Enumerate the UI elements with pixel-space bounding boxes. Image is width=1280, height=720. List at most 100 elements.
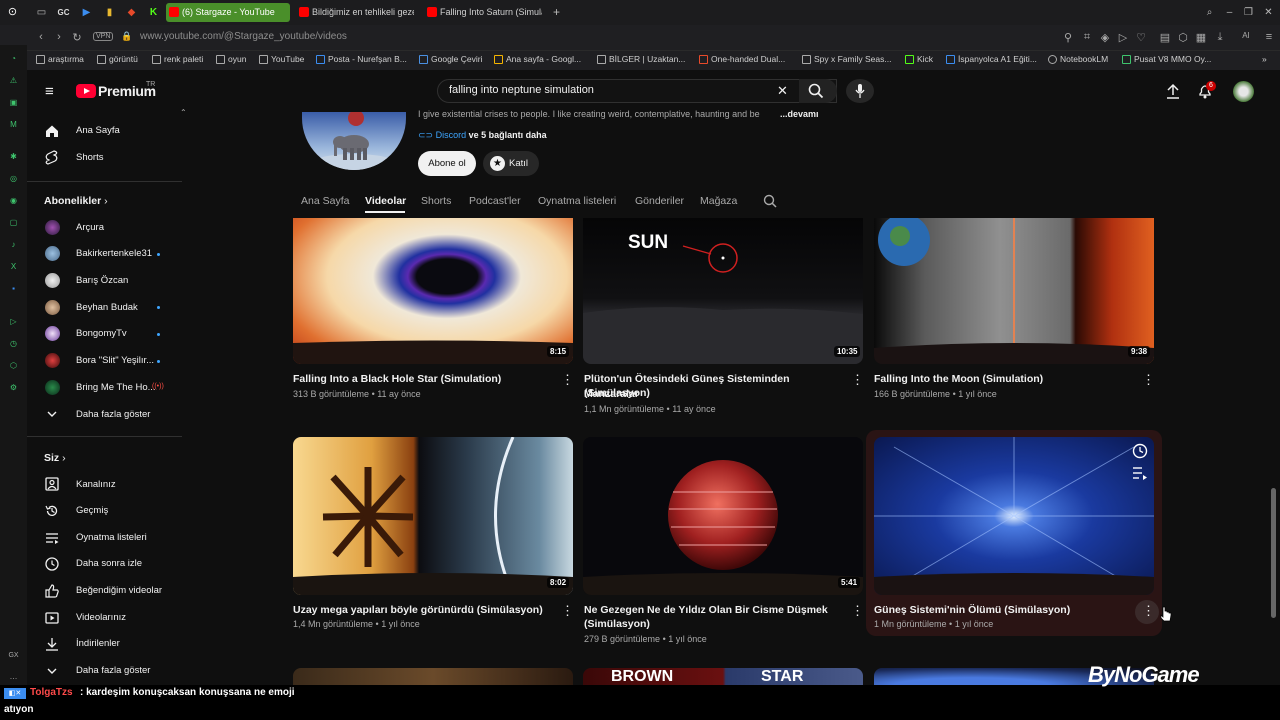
whatsapp-icon[interactable]: ◎ — [7, 172, 20, 185]
hamburger-menu-icon[interactable]: ≡ — [45, 83, 54, 100]
bookmark[interactable]: renk paleti — [152, 54, 203, 64]
video-menu-icon[interactable]: ⋮ — [561, 603, 574, 619]
video-title[interactable]: Uzay mega yapıları böyle görünürdü (Simü… — [293, 603, 555, 618]
video-title[interactable]: Falling Into the Moon (Simulation) — [874, 372, 1134, 387]
video-thumbnail[interactable] — [293, 437, 573, 595]
opera-logo-icon[interactable]: ⊙ — [6, 6, 19, 19]
you-heading[interactable]: Siz › — [44, 452, 66, 464]
bookmark[interactable]: İspanyolca A1 Eğiti... — [946, 54, 1037, 64]
clear-search-icon[interactable]: ✕ — [777, 83, 788, 99]
channel-links[interactable]: ⊂⊃ Discord ve 5 bağlantı daha — [418, 130, 547, 141]
settings-icon[interactable]: ⚙ — [7, 381, 20, 394]
more-links-label[interactable]: ve 5 bağlantı daha — [466, 130, 547, 140]
reload-icon[interactable]: ↻ — [70, 31, 84, 44]
tab-icon-gc[interactable]: GC — [57, 6, 70, 19]
tab-podcasts[interactable]: Podcast'ler — [469, 195, 521, 207]
play-icon[interactable]: ▷ — [1116, 31, 1130, 44]
subscriptions-heading[interactable]: Abonelikler › — [44, 195, 108, 207]
sidebar-item-your-videos[interactable]: Videolarınız — [76, 612, 126, 623]
video-thumbnail[interactable]: SUN — [583, 218, 863, 364]
tab-icon-chart[interactable]: ▮ — [103, 6, 116, 19]
bookmark[interactable]: Kick — [905, 54, 933, 64]
video-title[interactable]: Ne Gezegen Ne de Yıldız Olan Bir Cisme D… — [584, 603, 846, 618]
bookmark[interactable]: NotebookLM — [1048, 54, 1108, 64]
channel-search-icon[interactable] — [763, 194, 777, 208]
video-menu-icon[interactable]: ⋮ — [851, 603, 864, 619]
show-more-you[interactable]: Daha fazla göster — [76, 665, 150, 676]
sidebar-item-home[interactable]: Ana Sayfa — [76, 125, 120, 136]
heart-icon[interactable]: ♡ — [1134, 31, 1148, 44]
extension-doc-icon[interactable]: ▤ — [1158, 31, 1172, 44]
search-icon[interactable] — [808, 83, 824, 99]
mail-icon[interactable]: M — [7, 118, 20, 131]
tab-posts[interactable]: Gönderiler — [635, 195, 684, 207]
subscribe-button[interactable]: Abone ol — [418, 151, 476, 176]
upload-icon[interactable] — [1166, 83, 1180, 99]
sidebar-scroll-up-icon[interactable]: ⌃ — [180, 108, 187, 117]
new-tab-icon[interactable]: + — [550, 6, 563, 19]
tab-store[interactable]: Mağaza — [700, 195, 737, 207]
discord-icon[interactable]: ◉ — [7, 194, 20, 207]
subscription-item[interactable]: Bring Me The Ho... — [76, 382, 156, 393]
bookmark[interactable]: görüntü — [97, 54, 138, 64]
bookmark[interactable]: YouTube — [259, 54, 304, 64]
tab-icon-1[interactable]: ▭ — [35, 6, 48, 19]
video-title[interactable]: Falling Into a Black Hole Star (Simulati… — [293, 372, 553, 387]
menu-icon[interactable]: ≡ — [1262, 31, 1276, 43]
bookmark[interactable]: araştırma — [36, 54, 84, 64]
video-thumbnail[interactable]: BROWN STAR — [583, 668, 863, 685]
sidebar-item-channel[interactable]: Kanalınız — [76, 479, 116, 490]
tab-playlists[interactable]: Oynatma listeleri — [538, 195, 616, 207]
video-menu-icon[interactable]: ⋮ — [1142, 372, 1155, 388]
bookmark[interactable]: Pusat V8 MMO Oy... — [1122, 54, 1211, 64]
tab-stargaze[interactable]: (6) Stargaze - YouTube — [166, 3, 290, 22]
bookmark[interactable]: BİLGER | Uzaktan... — [597, 54, 685, 64]
minimize-icon[interactable]: – — [1223, 6, 1236, 19]
sidebar-item-shorts[interactable]: Shorts — [76, 152, 103, 163]
extension-image-icon[interactable]: ▦ — [1194, 31, 1208, 44]
tab-icon-kick[interactable]: K — [147, 6, 160, 19]
ai-icon[interactable]: AI — [1236, 31, 1256, 40]
tab-shorts[interactable]: Shorts — [421, 195, 451, 207]
video-menu-icon[interactable]: ⋮ — [851, 372, 864, 388]
forward-icon[interactable]: › — [52, 31, 66, 43]
video-title-line2[interactable]: (Simülasyon) — [584, 617, 846, 632]
pin-icon[interactable]: ⚲ — [1061, 31, 1075, 44]
video-thumbnail[interactable] — [583, 437, 863, 595]
youtube-logo-icon[interactable] — [76, 84, 96, 98]
show-more-subscriptions[interactable]: Daha fazla göster — [76, 409, 150, 420]
subscription-item[interactable]: Bakirkertenkele31 — [76, 248, 152, 259]
speed-dial-icon[interactable]: ◔ — [7, 52, 20, 65]
chatgpt-icon[interactable]: ✱ — [7, 150, 20, 163]
subscription-item[interactable]: Barış Özcan — [76, 275, 128, 286]
subscription-item[interactable]: Bora "Slit" Yeşilır... — [76, 355, 154, 366]
tab-home[interactable]: Ana Sayfa — [301, 195, 349, 207]
watch-later-icon[interactable] — [1132, 443, 1148, 459]
download-icon[interactable]: ⤓ — [1213, 31, 1227, 44]
bookmark[interactable]: Posta - Nurefşan B... — [316, 54, 407, 64]
video-menu-icon[interactable]: ⋮ — [561, 372, 574, 388]
video-thumbnail[interactable] — [293, 668, 573, 685]
bookmark[interactable]: Google Çeviri — [419, 54, 483, 64]
video-thumbnail[interactable] — [874, 437, 1154, 595]
tab-icon-play[interactable]: ▶ — [80, 6, 93, 19]
tiktok-icon[interactable]: ♪ — [7, 238, 20, 251]
video-thumbnail[interactable] — [874, 218, 1154, 364]
bookmark[interactable]: One-handed Dual... — [699, 54, 785, 64]
gx-label[interactable]: GX — [7, 649, 20, 662]
account-avatar[interactable] — [1233, 81, 1254, 102]
sidebar-item-watch-later[interactable]: Daha sonra izle — [76, 558, 142, 569]
more-bookmarks-icon[interactable]: » — [1262, 54, 1267, 64]
video-thumbnail[interactable] — [293, 218, 573, 364]
clock-icon[interactable]: ◷ — [7, 337, 20, 350]
sidebar-item-liked-videos[interactable]: Beğendiğim videolar — [76, 585, 162, 596]
close-window-icon[interactable]: ✕ — [1262, 6, 1275, 19]
extension-puzzle-icon[interactable]: ⬡ — [1176, 31, 1190, 44]
tab-bildigimiz[interactable]: Bildiğimiz en tehlikeli gezeg — [296, 3, 414, 22]
search-input-value[interactable]: falling into neptune simulation — [449, 84, 594, 96]
bookmark[interactable]: Spy x Family Seas... — [802, 54, 891, 64]
player-icon[interactable]: ▷ — [7, 315, 20, 328]
subscription-item[interactable]: Beyhan Budak — [76, 302, 138, 313]
more-icon[interactable]: … — [7, 670, 20, 683]
tab-icon-game[interactable]: ◆ — [125, 6, 138, 19]
